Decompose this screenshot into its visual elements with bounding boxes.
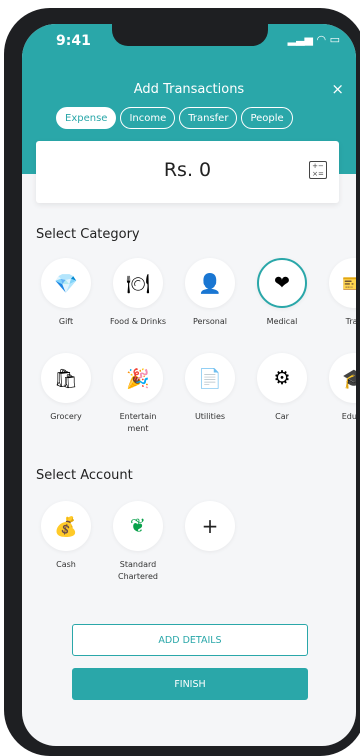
amount-card[interactable]: Rs. 0 +− ×= [36,141,339,203]
category-travel[interactable]: 🎫 Trav [324,258,356,328]
phone-frame: 9:41 ▂▃▅ ◠ ▭ Add Transactions × Expense … [4,8,360,756]
finish-button[interactable]: FINISH [72,668,308,700]
category-label: Food & Drinks [109,317,167,326]
signal-wifi-battery-icons: ▂▃▅ ◠ ▭ [287,33,340,46]
gift-icon: 💎 [41,258,91,308]
category-label: Car [275,412,289,421]
calculator-icon[interactable]: +− ×= [309,161,327,179]
category-label: Utilities [194,412,226,421]
account-standard-chartered[interactable]: ❦ Standard Chartered [108,501,168,583]
tab-transfer[interactable]: Transfer [179,107,238,129]
category-gift[interactable]: 💎 Gift [36,258,96,328]
category-label: Educa [341,412,356,421]
category-grocery[interactable]: 🛍 Grocery [36,353,96,423]
category-personal[interactable]: 👤 Personal [180,258,240,328]
category-car[interactable]: ⚙ Car [252,353,312,423]
tab-income[interactable]: Income [120,107,176,129]
account-label: Cash [56,560,76,569]
grocery-icon: 🛍 [41,353,91,403]
category-label: Gift [58,317,74,326]
bunting-icon: 🎉 [113,353,163,403]
status-bar: 9:41 ▂▃▅ ◠ ▭ [22,24,356,58]
category-label: Trav [345,317,356,326]
add-details-button[interactable]: ADD DETAILS [72,624,308,656]
account-label: Standard Chartered [117,560,159,581]
bill-icon: 📄 [185,353,235,403]
standard-chartered-logo: ❦ [113,501,163,551]
tab-people[interactable]: People [241,107,293,129]
graduation-cap-icon: 🎓 [329,353,356,403]
category-label: Personal [192,317,227,326]
category-education[interactable]: 🎓 Educa [324,353,356,423]
category-medical[interactable]: ❤ Medical [252,258,312,328]
car-wheel-icon: ⚙ [257,353,307,403]
category-utilities[interactable]: 📄 Utilities [180,353,240,423]
status-time: 9:41 [56,33,91,49]
add-account-button[interactable]: + [180,501,240,551]
page-title: Add Transactions [133,82,245,97]
tab-expense[interactable]: Expense [56,107,117,129]
category-label: Grocery [50,412,82,421]
heartbeat-icon: ❤ [257,258,307,308]
phone-notch [112,24,268,46]
category-label: Entertain ment [119,412,157,433]
category-entertainment[interactable]: 🎉 Entertain ment [108,353,168,435]
ticket-icon: 🎫 [329,258,356,308]
action-buttons: ADD DETAILS FINISH [72,624,308,700]
category-food-drinks[interactable]: 🍽 Food & Drinks [108,258,168,328]
person-icon: 👤 [185,258,235,308]
select-category-title: Select Category [36,227,140,242]
account-cash[interactable]: 💰 Cash [36,501,96,571]
close-icon[interactable]: × [331,80,344,98]
amount-value[interactable]: Rs. 0 [36,159,339,181]
transaction-type-tabs: Expense Income Transfer People [56,107,293,129]
category-label: Medical [266,317,298,326]
plus-icon: + [185,501,235,551]
app-screen: 9:41 ▂▃▅ ◠ ▭ Add Transactions × Expense … [22,24,356,746]
food-drinks-icon: 🍽 [113,258,163,308]
select-account-title: Select Account [36,468,133,483]
money-bag-icon: 💰 [41,501,91,551]
